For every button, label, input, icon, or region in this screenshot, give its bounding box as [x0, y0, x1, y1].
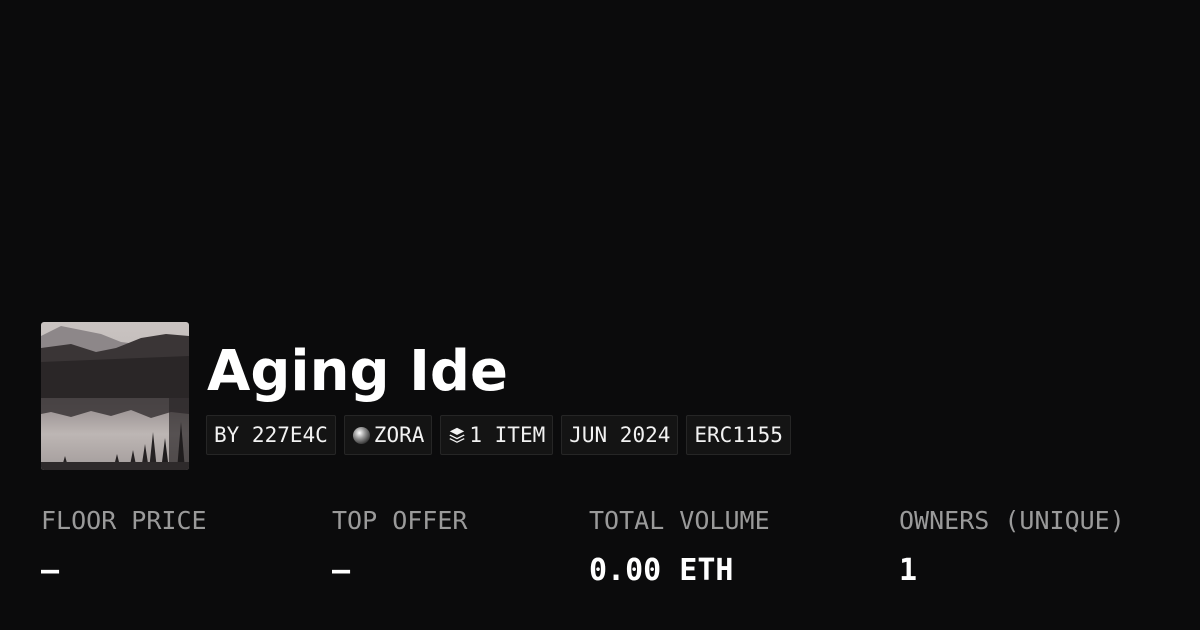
- items-tag[interactable]: 1 ITEM: [440, 415, 554, 455]
- stat-floor-price: FLOOR PRICE –: [41, 505, 207, 587]
- stat-value: –: [332, 553, 351, 588]
- creator-label: BY 227E4C: [214, 423, 328, 447]
- creator-tag[interactable]: BY 227E4C: [206, 415, 336, 455]
- collection-title: Aging Ide: [207, 339, 508, 404]
- stat-value: –: [41, 553, 60, 588]
- layers-icon: [448, 426, 466, 444]
- chain-tag[interactable]: ZORA: [343, 415, 433, 455]
- stat-label: TOTAL VOLUME: [589, 506, 770, 535]
- items-label: 1 ITEM: [469, 423, 546, 447]
- stat-value: 1: [899, 553, 918, 588]
- collection-tags: BY 227E4C ZORA 1 ITEM JUN 2024 ERC1155: [206, 415, 791, 455]
- date-label: JUN 2024: [569, 423, 671, 447]
- standard-tag: ERC1155: [686, 415, 791, 455]
- stat-value: 0.00 ETH: [589, 553, 734, 588]
- date-tag: JUN 2024: [561, 415, 679, 455]
- stat-top-offer: TOP OFFER –: [332, 505, 467, 587]
- chain-label: ZORA: [373, 423, 425, 447]
- collection-thumbnail: [41, 322, 189, 470]
- stat-total-volume: TOTAL VOLUME 0.00 ETH: [589, 505, 770, 587]
- stat-label: TOP OFFER: [332, 506, 468, 535]
- standard-label: ERC1155: [694, 423, 783, 447]
- stat-label: FLOOR PRICE: [41, 506, 207, 535]
- stat-owners-unique: OWNERS (UNIQUE) 1: [899, 505, 1125, 587]
- stat-label: OWNERS (UNIQUE): [899, 506, 1125, 535]
- sphere-icon: [352, 426, 371, 445]
